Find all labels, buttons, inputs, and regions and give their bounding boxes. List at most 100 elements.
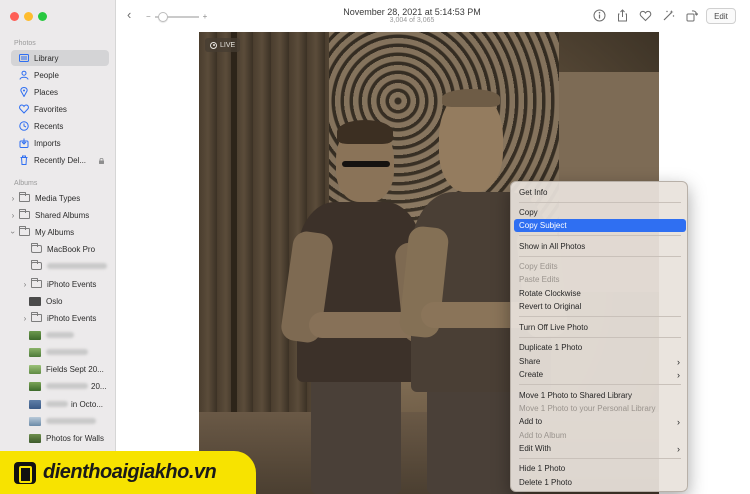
album-photos-for-walls[interactable]: Photos for Walls [21,430,131,446]
submenu-chevron-icon: › [677,369,680,380]
album-blurred[interactable] [21,413,131,429]
photo-date-title: November 28, 2021 at 5:14:53 PM [343,7,481,17]
menu-item-get-info[interactable]: Get Info [514,186,686,199]
album-thumbnail [29,364,41,374]
zoom-slider[interactable]: − + [146,11,208,22]
menu-item-move-to-shared-library[interactable]: Move 1 Photo to Shared Library [514,389,686,402]
menu-item-delete[interactable]: Delete 1 Photo [514,476,686,489]
menu-item-copy[interactable]: Copy [514,206,686,219]
album-macbook-pro[interactable]: MacBook Pro [21,241,131,257]
menu-item-edit-with[interactable]: Edit With › [514,442,686,455]
album-folder-media-types[interactable]: › Media Types [9,190,119,206]
album-icon [31,260,42,270]
sidebar-item-imports[interactable]: Imports [11,135,109,151]
album-label: MacBook Pro [47,244,96,254]
watermark-banner: dienthoaigiakho.vn [0,451,256,494]
sidebar-item-label: Places [34,87,59,97]
album-blurred[interactable] [21,344,131,360]
menu-item-copy-subject[interactable]: Copy Subject [514,219,686,232]
album-icon [31,243,42,253]
zoom-track[interactable] [154,11,199,22]
library-icon [19,53,29,63]
zoom-knob[interactable] [157,11,168,22]
menu-item-label: Revert to Original [519,302,582,311]
menu-item-duplicate[interactable]: Duplicate 1 Photo [514,341,686,354]
chevron-right-icon[interactable]: › [21,314,29,323]
sidebar-item-places[interactable]: Places [11,84,109,100]
menu-item-label: Share [519,357,541,366]
menu-item-label: Rotate Clockwise [519,289,581,298]
album-label: in Octo... [71,399,104,409]
album-thumbnail [29,416,41,426]
album-partial-blurred-20[interactable]: 20... [21,378,131,394]
album-label: Fields Sept 20... [46,364,104,374]
folder-icon [19,226,30,236]
chevron-right-icon[interactable]: › [9,194,17,203]
album-label: Media Types [35,193,81,203]
menu-item-move-to-personal-library: Move 1 Photo to your Personal Library [514,402,686,415]
chevron-right-icon[interactable]: › [9,211,17,220]
menu-item-label: Copy Edits [519,262,558,271]
people-icon [19,70,29,80]
album-thumbnail [29,330,41,340]
menu-item-label: Move 1 Photo to Shared Library [519,391,632,400]
album-label: Photos for Walls [46,433,104,443]
redacted-label [46,401,68,407]
info-icon[interactable] [593,9,606,22]
sidebar-item-recents[interactable]: Recents [11,118,109,134]
back-icon[interactable]: ‹ [127,7,131,22]
menu-separator [519,202,681,203]
menu-item-label: Show in All Photos [519,242,586,251]
album-folder-iphoto-events-2[interactable]: › iPhoto Events [21,310,131,326]
folder-icon [19,209,30,219]
menu-item-rotate-clockwise[interactable]: Rotate Clockwise [514,287,686,300]
redacted-label [46,418,96,424]
live-label: LIVE [220,41,236,49]
sidebar-item-people[interactable]: People [11,67,109,83]
sidebar-item-library[interactable]: Library [11,50,109,66]
album-label: Shared Albums [35,210,90,220]
redacted-label [46,349,88,355]
zoom-out-icon[interactable]: − [146,12,151,21]
menu-item-add-to[interactable]: Add to › [514,415,686,428]
heart-icon [19,104,29,114]
album-folder-shared-albums[interactable]: › Shared Albums [9,207,119,223]
sidebar-item-recently-deleted[interactable]: Recently Del... [11,152,109,168]
chevron-down-icon[interactable]: › [9,228,18,236]
album-folder-iphoto-events[interactable]: › iPhoto Events [21,276,131,292]
album-label: Oslo [46,296,63,306]
menu-item-share[interactable]: Share › [514,355,686,368]
album-blurred[interactable] [21,258,131,274]
share-icon[interactable] [616,9,629,22]
album-partial-blurred-octo[interactable]: in Octo... [21,396,131,412]
zoom-window-button[interactable] [38,12,47,21]
menu-item-label: Paste Edits [519,275,560,284]
favorite-icon[interactable] [639,9,652,22]
menu-item-revert-to-original[interactable]: Revert to Original [514,300,686,313]
live-photo-badge[interactable]: LIVE [205,38,241,52]
album-folder-my-albums[interactable]: › My Albums [9,224,119,240]
menu-separator [519,458,681,459]
redacted-label [47,263,107,269]
minimize-window-button[interactable] [24,12,33,21]
sidebar-item-label: People [34,70,59,80]
album-thumbnail [29,381,41,391]
edit-button[interactable]: Edit [706,8,736,24]
sidebar-item-favorites[interactable]: Favorites [11,101,109,117]
menu-item-create[interactable]: Create › [514,368,686,381]
menu-item-show-in-all-photos[interactable]: Show in All Photos [514,240,686,253]
menu-item-turn-off-live-photo[interactable]: Turn Off Live Photo [514,321,686,334]
zoom-in-icon[interactable]: + [203,12,208,21]
enhance-icon[interactable] [662,9,675,22]
toolbar: ‹ − + November 28, 2021 at 5:14:53 PM 3,… [117,0,750,32]
import-icon [19,138,29,148]
rotate-icon[interactable] [685,9,699,22]
close-window-button[interactable] [10,12,19,21]
album-fields-sept[interactable]: Fields Sept 20... [21,361,131,377]
album-oslo[interactable]: Oslo [21,293,131,309]
menu-item-hide[interactable]: Hide 1 Photo [514,462,686,475]
album-blurred[interactable] [21,327,131,343]
submenu-chevron-icon: › [677,443,680,454]
album-thumbnail [29,399,41,409]
chevron-right-icon[interactable]: › [21,280,29,289]
